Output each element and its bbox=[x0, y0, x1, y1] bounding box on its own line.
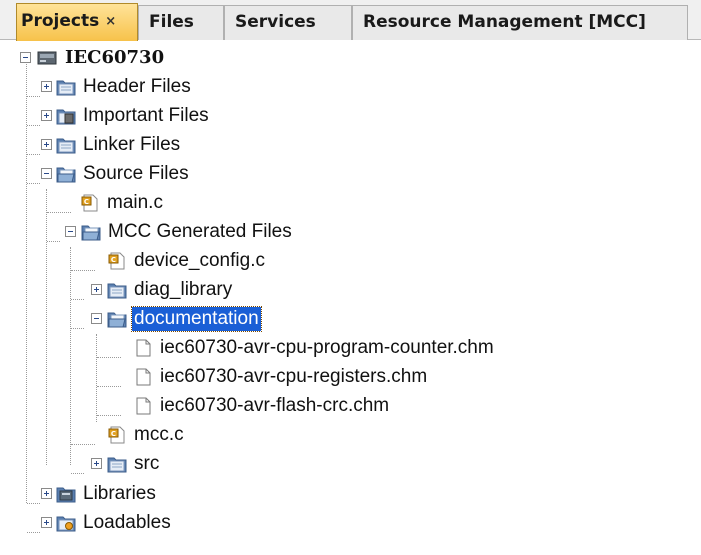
tab-projects-label: Projects bbox=[21, 11, 100, 31]
tree-node-label: Important Files bbox=[83, 105, 209, 126]
tab-bar: Projects × Files Services Resource Manage… bbox=[0, 0, 701, 41]
close-icon[interactable]: × bbox=[105, 14, 116, 29]
tree-node-label: IEC60730 bbox=[65, 47, 165, 68]
tree-node-label: iec60730-avr-flash-crc.chm bbox=[160, 395, 390, 416]
tree-node-label: src bbox=[134, 453, 160, 474]
document-file-icon bbox=[133, 339, 153, 357]
document-file-icon bbox=[133, 368, 153, 386]
tree-node-diag-library[interactable]: diag_library bbox=[0, 276, 701, 305]
collapse-icon[interactable] bbox=[41, 168, 52, 179]
tree-node-label: diag_library bbox=[134, 279, 233, 300]
tab-projects[interactable]: Projects × bbox=[16, 3, 138, 41]
tree-node-label: main.c bbox=[107, 192, 163, 213]
tree-node-project[interactable]: IEC60730 bbox=[0, 44, 701, 73]
tree-node-linker-files[interactable]: Linker Files bbox=[0, 131, 701, 160]
tree-node-source-files[interactable]: Source Files bbox=[0, 160, 701, 189]
tab-files-label: Files bbox=[149, 12, 194, 32]
tab-resource-management[interactable]: Resource Management [MCC] bbox=[352, 5, 688, 40]
tree-node-label: Loadables bbox=[83, 512, 171, 533]
tree-node-main-c[interactable]: main.c bbox=[0, 189, 701, 218]
tree-node-mcc-c[interactable]: mcc.c bbox=[0, 421, 701, 450]
project-icon bbox=[37, 49, 57, 67]
tree-node-documentation[interactable]: documentation bbox=[0, 305, 701, 334]
tree-node-doc-file[interactable]: iec60730-avr-flash-crc.chm bbox=[0, 392, 701, 421]
tree-node-mcc-generated-files[interactable]: MCC Generated Files bbox=[0, 218, 701, 247]
folder-open-icon bbox=[81, 223, 101, 241]
folder-icon bbox=[107, 281, 127, 299]
library-folder-icon bbox=[56, 485, 76, 503]
expand-icon[interactable] bbox=[41, 81, 52, 92]
c-file-icon bbox=[107, 252, 127, 270]
document-file-icon bbox=[133, 397, 153, 415]
tree-node-src[interactable]: src bbox=[0, 450, 701, 479]
folder-open-icon bbox=[107, 310, 127, 328]
tree-node-label: Libraries bbox=[83, 483, 156, 504]
tree-node-loadables[interactable]: Loadables bbox=[0, 509, 701, 538]
tree-node-label: Source Files bbox=[83, 163, 189, 184]
tree-node-header-files[interactable]: Header Files bbox=[0, 73, 701, 102]
collapse-icon[interactable] bbox=[65, 226, 76, 237]
collapse-icon[interactable] bbox=[20, 52, 31, 63]
c-file-icon bbox=[80, 194, 100, 212]
tree-node-label: MCC Generated Files bbox=[108, 221, 292, 242]
project-tree: IEC60730 Header Files Important Files Li… bbox=[0, 40, 701, 555]
tree-node-label: iec60730-avr-cpu-registers.chm bbox=[160, 366, 428, 387]
important-folder-icon bbox=[56, 107, 76, 125]
tab-services[interactable]: Services bbox=[224, 5, 352, 40]
tree-node-doc-file[interactable]: iec60730-avr-cpu-registers.chm bbox=[0, 363, 701, 392]
tree-node-label: device_config.c bbox=[134, 250, 265, 271]
tree-node-label: iec60730-avr-cpu-program-counter.chm bbox=[160, 337, 494, 358]
tab-services-label: Services bbox=[235, 12, 316, 32]
tree-node-label: mcc.c bbox=[134, 424, 184, 445]
expand-icon[interactable] bbox=[41, 517, 52, 528]
collapse-icon[interactable] bbox=[91, 313, 102, 324]
tree-node-label: Linker Files bbox=[83, 134, 181, 155]
tree-node-device-config-c[interactable]: device_config.c bbox=[0, 247, 701, 276]
tree-node-doc-file[interactable]: iec60730-avr-cpu-program-counter.chm bbox=[0, 334, 701, 363]
tree-node-label: Header Files bbox=[83, 76, 191, 97]
tab-files[interactable]: Files bbox=[138, 5, 224, 40]
tree-node-label-selected: documentation bbox=[131, 306, 262, 332]
tree-node-important-files[interactable]: Important Files bbox=[0, 102, 701, 131]
expand-icon[interactable] bbox=[91, 458, 102, 469]
folder-icon bbox=[56, 136, 76, 154]
c-file-icon bbox=[107, 426, 127, 444]
expand-icon[interactable] bbox=[41, 139, 52, 150]
tree-node-libraries[interactable]: Libraries bbox=[0, 480, 701, 509]
folder-icon bbox=[107, 455, 127, 473]
folder-open-icon bbox=[56, 165, 76, 183]
expand-icon[interactable] bbox=[91, 284, 102, 295]
expand-icon[interactable] bbox=[41, 110, 52, 121]
tab-resource-management-label: Resource Management [MCC] bbox=[363, 12, 646, 32]
expand-icon[interactable] bbox=[41, 488, 52, 499]
folder-icon bbox=[56, 78, 76, 96]
loadable-folder-icon bbox=[56, 514, 76, 532]
